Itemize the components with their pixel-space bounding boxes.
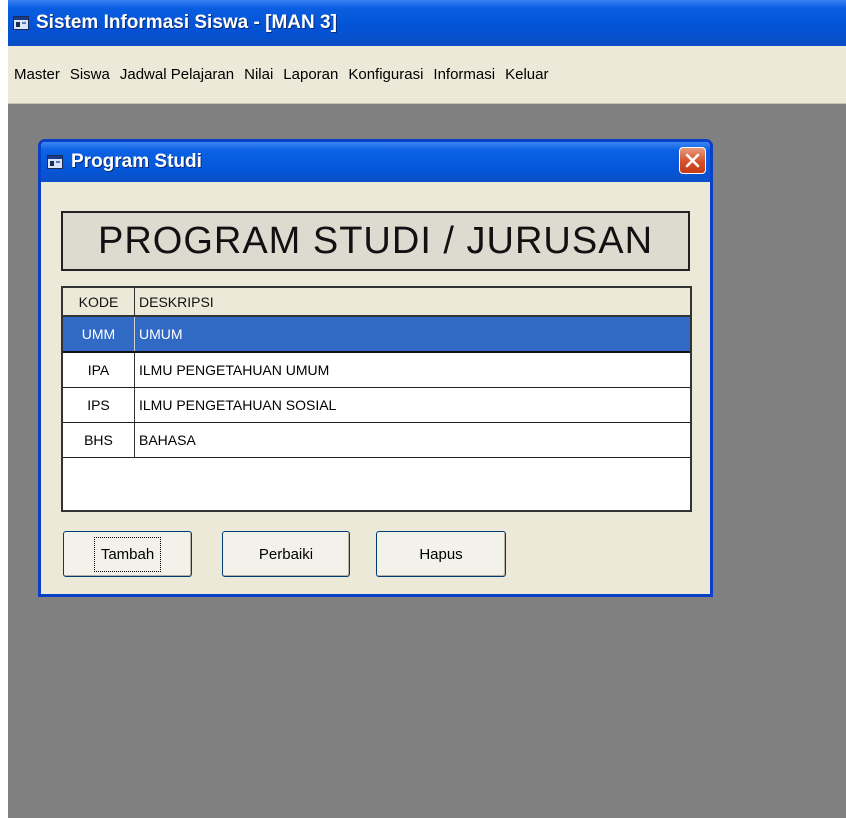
- window-app-icon: [13, 16, 29, 30]
- table-row[interactable]: IPA ILMU PENGETAHUAN UMUM: [63, 353, 690, 388]
- menu-konfigurasi[interactable]: Konfigurasi: [344, 66, 429, 83]
- perbaiki-button[interactable]: Perbaiki: [222, 531, 350, 577]
- perbaiki-button-label: Perbaiki: [258, 545, 314, 563]
- dialog-titlebar[interactable]: Program Studi: [41, 142, 710, 182]
- table-header: KODE DESKRIPSI: [63, 288, 690, 317]
- tambah-button-label: Tambah: [93, 536, 162, 572]
- window-app-icon: [47, 155, 63, 169]
- hapus-button[interactable]: Hapus: [376, 531, 506, 577]
- cell-kode: IPA: [63, 353, 135, 387]
- cell-kode: BHS: [63, 423, 135, 457]
- column-header-kode[interactable]: KODE: [63, 288, 135, 315]
- column-header-deskripsi[interactable]: DESKRIPSI: [135, 288, 690, 315]
- menu-nilai[interactable]: Nilai: [240, 66, 279, 83]
- menu-siswa[interactable]: Siswa: [66, 66, 116, 83]
- page-heading-box: PROGRAM STUDI / JURUSAN: [61, 211, 690, 271]
- cell-kode: UMM: [63, 317, 135, 351]
- menu-laporan[interactable]: Laporan: [279, 66, 344, 83]
- program-studi-dialog: Program Studi PROGRAM STUDI / JURUSAN KO…: [38, 139, 713, 597]
- dialog-title: Program Studi: [71, 151, 202, 172]
- menu-bar: Master Siswa Jadwal Pelajaran Nilai Lapo…: [8, 46, 846, 104]
- cell-deskripsi: BAHASA: [139, 432, 196, 448]
- menu-master[interactable]: Master: [10, 66, 66, 83]
- tambah-button[interactable]: Tambah: [63, 531, 192, 577]
- menu-jadwal-pelajaran[interactable]: Jadwal Pelajaran: [116, 66, 240, 83]
- cell-deskripsi: UMUM: [139, 326, 183, 342]
- cell-deskripsi: ILMU PENGETAHUAN UMUM: [139, 362, 330, 378]
- program-studi-table[interactable]: KODE DESKRIPSI UMM UMUM IPA ILMU PENGETA…: [61, 286, 692, 512]
- table-row[interactable]: UMM UMUM: [63, 317, 690, 353]
- app-titlebar[interactable]: Sistem Informasi Siswa - [MAN 3]: [8, 0, 846, 46]
- page-heading: PROGRAM STUDI / JURUSAN: [97, 219, 654, 262]
- cell-kode: IPS: [63, 388, 135, 422]
- app-title: Sistem Informasi Siswa - [MAN 3]: [36, 12, 337, 33]
- close-icon: [685, 153, 700, 168]
- cell-deskripsi: ILMU PENGETAHUAN SOSIAL: [139, 397, 337, 413]
- menu-informasi[interactable]: Informasi: [429, 66, 501, 83]
- menu-keluar[interactable]: Keluar: [501, 66, 554, 83]
- close-button[interactable]: [679, 147, 706, 174]
- hapus-button-label: Hapus: [419, 545, 463, 563]
- table-row[interactable]: IPS ILMU PENGETAHUAN SOSIAL: [63, 388, 690, 423]
- app-window: Sistem Informasi Siswa - [MAN 3] Master …: [8, 0, 846, 818]
- table-row[interactable]: BHS BAHASA: [63, 423, 690, 458]
